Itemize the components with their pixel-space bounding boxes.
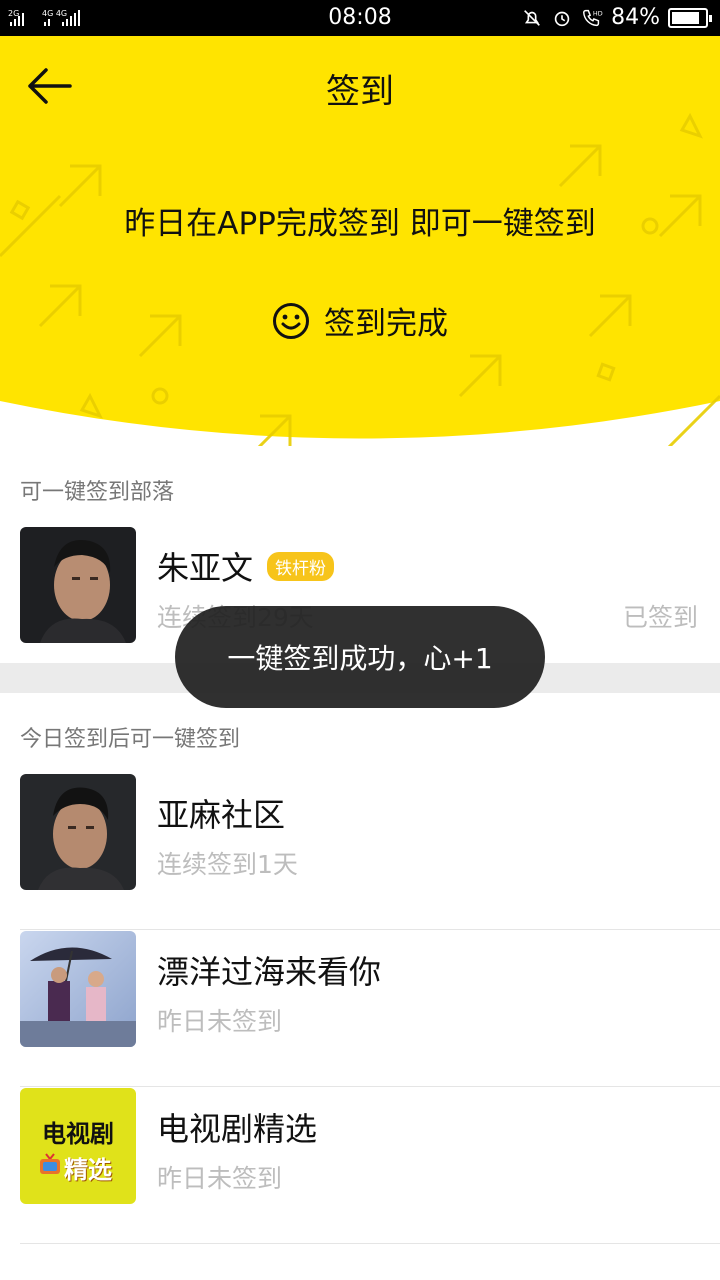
hd-call-icon: HD [583, 9, 603, 26]
list-item[interactable]: 电视剧 精选 电视剧精选 昨日未签到 [0, 1088, 720, 1244]
item-streak: 昨日未签到 [157, 1164, 283, 1193]
avatar-image [20, 774, 136, 890]
svg-text:HD: HD [593, 9, 603, 17]
item-checkin-status: 已签到 [622, 603, 698, 632]
checkin-done-label: 签到完成 [324, 306, 448, 342]
status-bar: 2G 4G 4G 08:08 HD 84% [0, 0, 720, 36]
avatar-image [20, 931, 136, 1047]
status-right: HD 84% [521, 5, 712, 30]
item-name: 漂洋过海来看你 [157, 953, 382, 991]
fan-badge: 铁杆粉 [267, 551, 335, 581]
checkin-done-status: 签到完成 [0, 298, 720, 343]
page-title: 签到 [326, 72, 394, 112]
battery-percent: 84% [611, 5, 660, 30]
section-label-pending: 今日签到后可一键签到 [20, 727, 241, 752]
item-name: 朱亚文 铁杆粉 [157, 543, 335, 589]
checkin-header: 签到 昨日在APP完成签到 即可一键签到 签到完成 [0, 36, 720, 446]
tv-logo-line2: 精选 [64, 1155, 112, 1184]
toast-message: 一键签到成功，心+1 [175, 606, 545, 708]
tv-logo: 电视剧 精选 [20, 1088, 136, 1204]
alarm-icon [554, 11, 570, 26]
smile-icon [273, 302, 309, 339]
checkin-hint: 昨日在APP完成签到 即可一键签到 [124, 206, 596, 242]
row-divider [20, 929, 720, 930]
avatar [20, 931, 136, 1047]
item-name-text: 朱亚文 [157, 549, 254, 587]
tv-logo-line1: 电视剧 [42, 1119, 114, 1148]
tv-icon [40, 1153, 60, 1174]
item-streak: 连续签到1天 [157, 850, 298, 879]
row-divider [20, 1243, 720, 1244]
mute-bell-icon [524, 9, 541, 26]
list-item[interactable]: 亚麻社区 连续签到1天 [0, 774, 720, 930]
battery-icon [668, 7, 712, 28]
avatar: 电视剧 精选 [20, 1088, 136, 1204]
list-item[interactable]: 漂洋过海来看你 昨日未签到 [0, 931, 720, 1087]
avatar-image [20, 527, 136, 643]
item-name: 亚麻社区 [157, 796, 286, 834]
row-divider [20, 1086, 720, 1087]
item-name: 电视剧精选 [157, 1110, 318, 1148]
section-label-one-tap: 可一键签到部落 [20, 480, 175, 505]
avatar [20, 774, 136, 890]
item-streak: 昨日未签到 [157, 1007, 283, 1036]
avatar [20, 527, 136, 643]
